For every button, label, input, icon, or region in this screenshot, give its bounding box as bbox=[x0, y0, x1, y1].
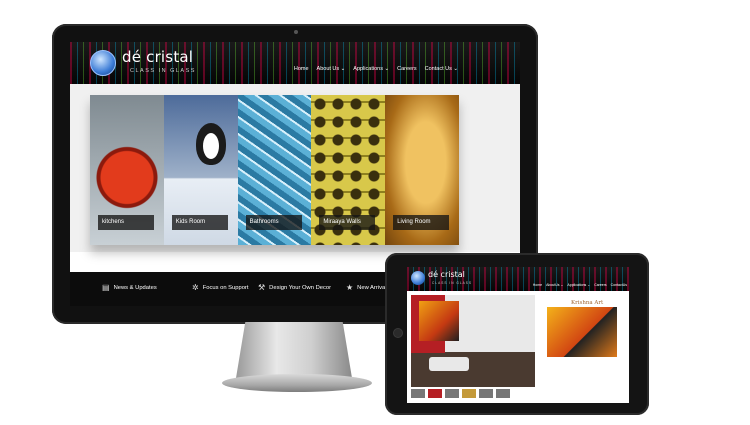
nav-contact-us[interactable]: Contact Us ⌄ bbox=[425, 66, 458, 72]
slide-label[interactable]: Miraaya Walls bbox=[319, 215, 376, 230]
tablet-screen: dé cristal CLASS IN GLASS Home AboutUs ⌄… bbox=[407, 267, 629, 403]
monitor-stand bbox=[236, 322, 352, 378]
slide-bathrooms[interactable]: Bathrooms bbox=[237, 95, 312, 245]
feature-news[interactable]: ▤ News & Updates bbox=[102, 283, 157, 292]
nav-careers[interactable]: Careers bbox=[594, 283, 606, 287]
nav-careers[interactable]: Careers bbox=[397, 66, 417, 72]
nav-contact-us[interactable]: ContactUs bbox=[611, 283, 627, 287]
feature-label: Design Your Own Decor bbox=[269, 284, 332, 291]
feature-label: Focus on Support bbox=[202, 284, 249, 291]
thumbnail[interactable] bbox=[479, 389, 493, 398]
slider-panels: kitchens Kids Room Bathrooms Miraaya Wal… bbox=[90, 95, 459, 245]
monitor-base bbox=[222, 374, 372, 392]
brand-name[interactable]: dé cristal bbox=[428, 270, 465, 279]
brand-name[interactable]: dé cristal bbox=[122, 48, 193, 66]
thumbnail[interactable] bbox=[428, 389, 442, 398]
slide-label[interactable]: Living Room bbox=[393, 215, 450, 230]
slide-label[interactable]: Kids Room bbox=[171, 215, 228, 230]
hammer-icon: ⚒ bbox=[258, 283, 266, 292]
news-icon: ▤ bbox=[102, 283, 110, 292]
tablet-nav: Home AboutUs ⌄ Applications ⌄ Careers Co… bbox=[533, 283, 627, 287]
slide-living-room[interactable]: Living Room bbox=[385, 95, 459, 245]
penguin-image bbox=[195, 123, 226, 165]
webcam-icon bbox=[294, 30, 298, 34]
wall-art bbox=[419, 301, 459, 341]
nav-about-us[interactable]: AboutUs ⌄ bbox=[546, 283, 563, 287]
slide-miraaya-walls[interactable]: Miraaya Walls bbox=[311, 95, 386, 245]
feature-label: News & Updates bbox=[113, 284, 157, 291]
sofa bbox=[429, 357, 469, 371]
nav-applications[interactable]: Applications ⌄ bbox=[353, 66, 389, 72]
nav-applications[interactable]: Applications ⌄ bbox=[567, 283, 590, 287]
thumbnail-strip bbox=[411, 389, 510, 398]
thumbnail[interactable] bbox=[496, 389, 510, 398]
thumbnail[interactable] bbox=[411, 389, 425, 398]
slide-kitchens[interactable]: kitchens bbox=[90, 95, 164, 245]
star-icon: ★ bbox=[346, 283, 354, 292]
nav-home[interactable]: Home bbox=[533, 283, 542, 287]
slide-label[interactable]: kitchens bbox=[98, 215, 154, 230]
slide-label[interactable]: Bathrooms bbox=[245, 215, 302, 230]
home-button-icon[interactable] bbox=[393, 328, 403, 338]
brand-tagline: CLASS IN GLASS bbox=[432, 281, 473, 285]
room-showcase-image[interactable] bbox=[411, 295, 535, 387]
logo-orb-icon[interactable] bbox=[90, 50, 116, 76]
site-header: dé cristal CLASS IN GLASS Home About Us … bbox=[70, 42, 520, 84]
feature-support[interactable]: ✲ Focus on Support bbox=[192, 283, 248, 292]
nav-about-us[interactable]: About Us ⌄ bbox=[317, 66, 346, 72]
art-title: Krishna Art bbox=[571, 300, 604, 306]
tablet-device: dé cristal CLASS IN GLASS Home AboutUs ⌄… bbox=[385, 253, 649, 415]
gear-icon: ✲ bbox=[192, 283, 199, 292]
brand-tagline: CLASS IN GLASS bbox=[130, 68, 196, 74]
logo-orb-icon[interactable] bbox=[411, 271, 425, 285]
nav-home[interactable]: Home bbox=[294, 66, 309, 72]
krishna-art-image[interactable] bbox=[547, 307, 617, 357]
tablet-site-header: dé cristal CLASS IN GLASS Home AboutUs ⌄… bbox=[407, 267, 629, 291]
main-nav: Home About Us ⌄ Applications ⌄ Careers C… bbox=[294, 66, 458, 72]
hero-slider: kitchens Kids Room Bathrooms Miraaya Wal… bbox=[70, 84, 520, 252]
slide-kids-room[interactable]: Kids Room bbox=[163, 95, 238, 245]
feature-design[interactable]: ⚒ Design Your Own Decor bbox=[258, 283, 331, 292]
thumbnail[interactable] bbox=[445, 389, 459, 398]
feature-new-arrivals[interactable]: ★ New Arrivals bbox=[346, 283, 389, 292]
thumbnail[interactable] bbox=[462, 389, 476, 398]
